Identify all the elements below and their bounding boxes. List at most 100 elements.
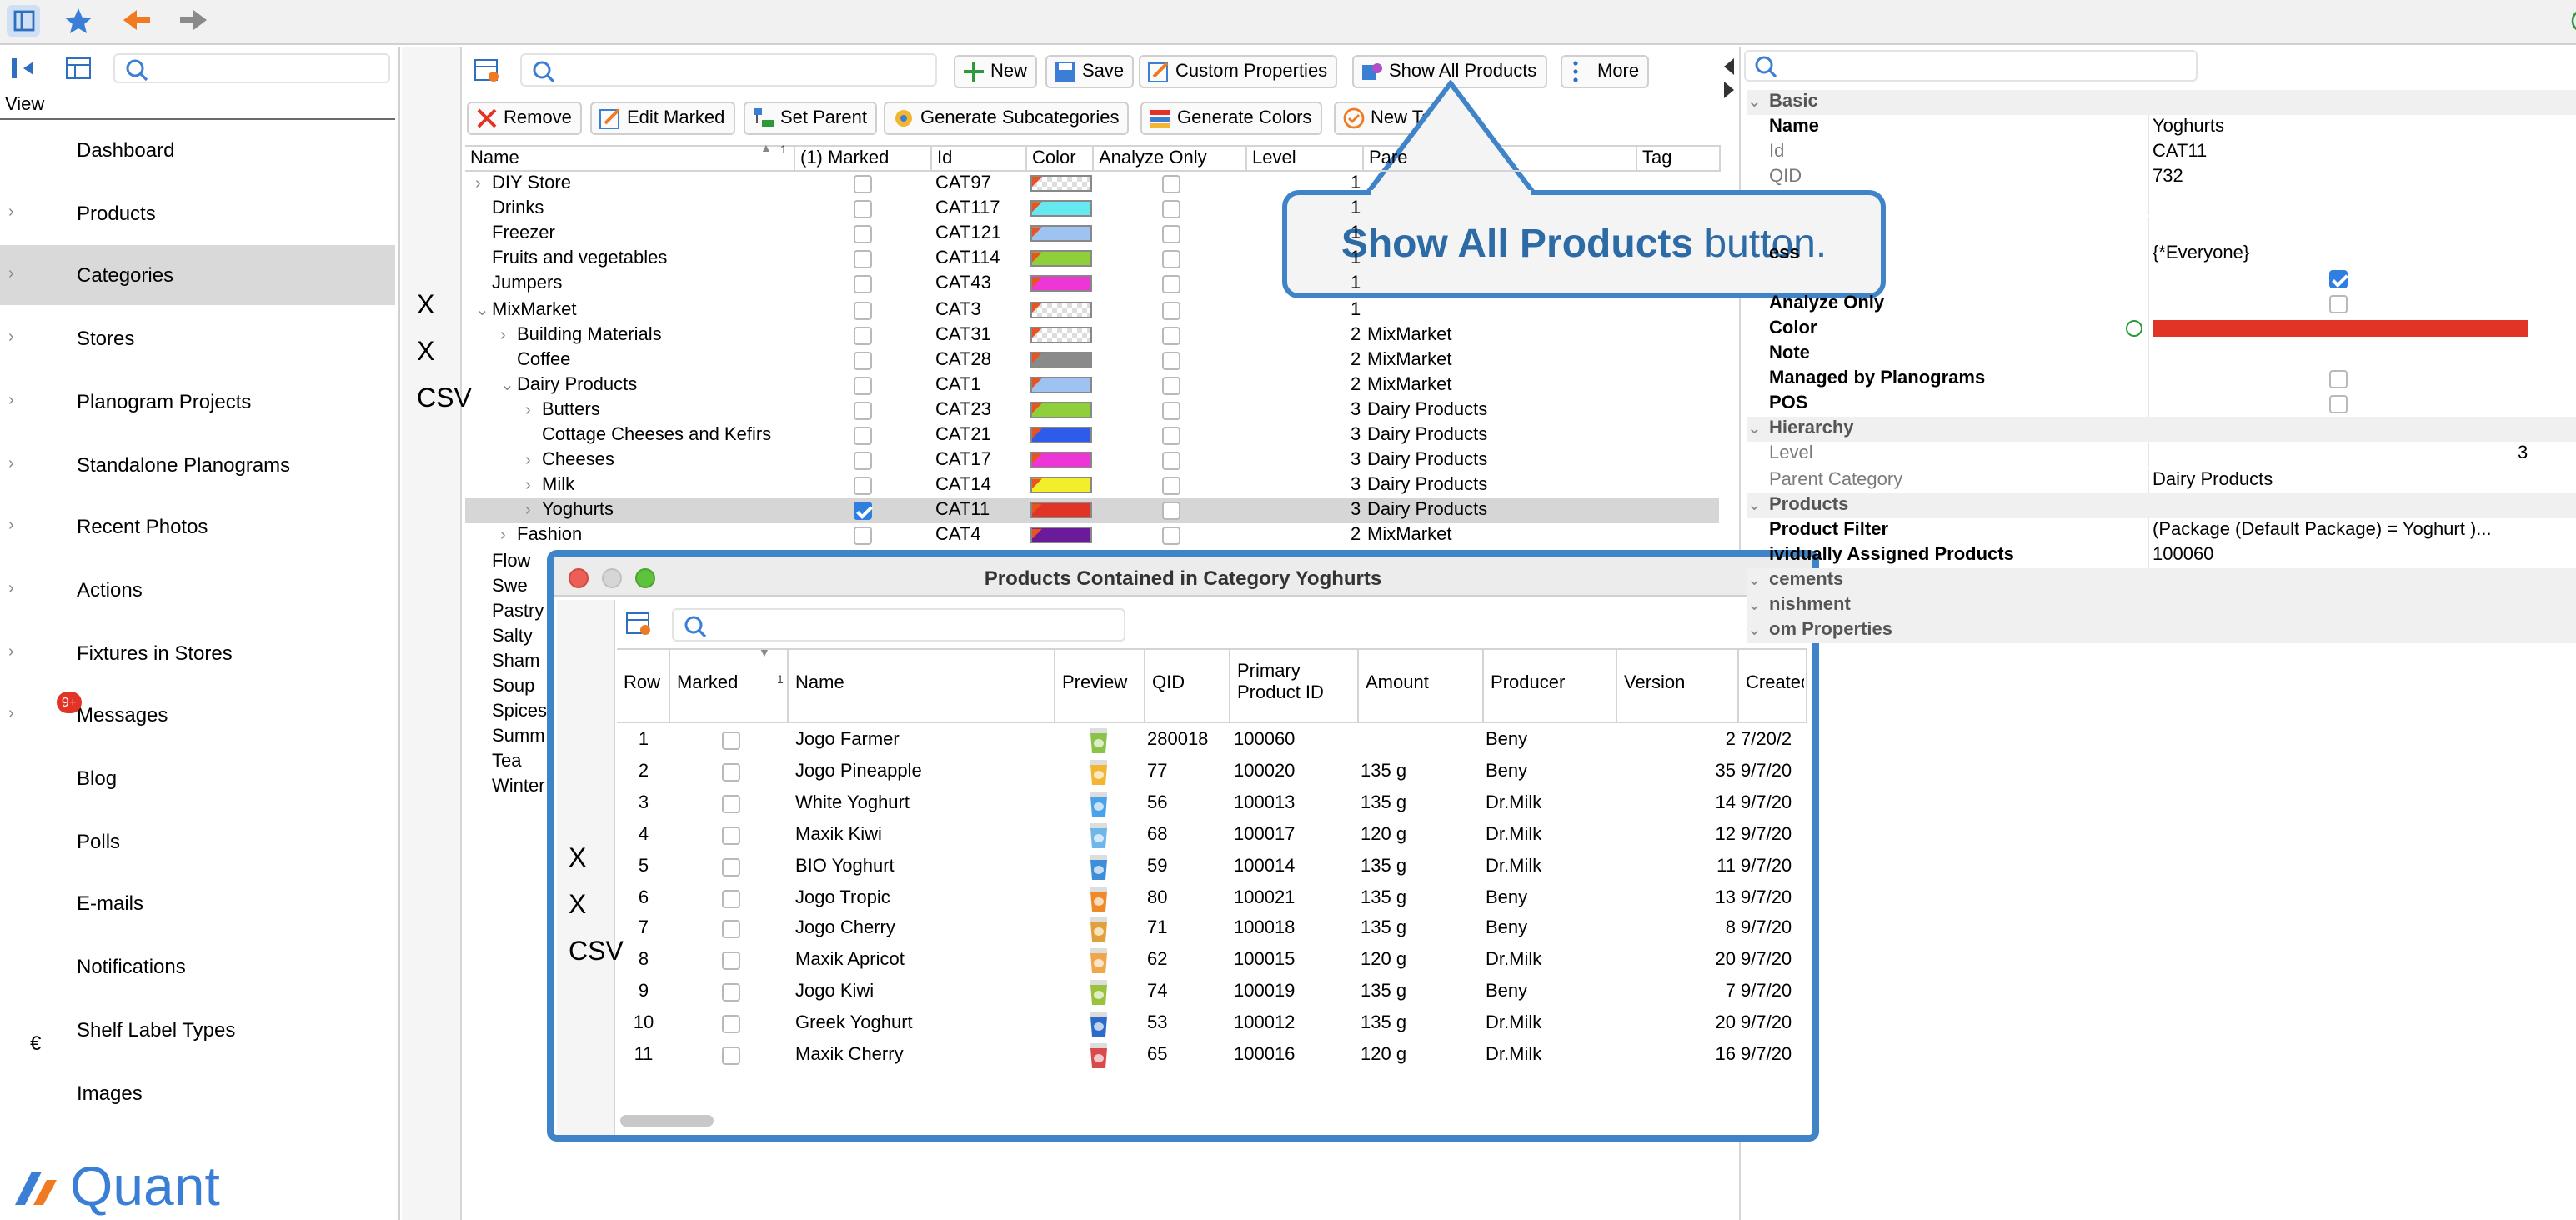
- excel-export-icon[interactable]: X: [417, 292, 447, 322]
- property-row[interactable]: Name Yoghurts: [1747, 115, 2576, 141]
- expand-chevron-icon[interactable]: ›: [8, 560, 14, 620]
- table-row[interactable]: › Building Materials CAT31 2 MixMarket: [465, 322, 1719, 348]
- sidebar-item-fixtures-in-stores[interactable]: › Fixtures in Stores: [0, 622, 395, 682]
- section-chevron-icon[interactable]: ⌄: [1747, 90, 1762, 115]
- product-row[interactable]: 3 White Yoghurt 56 100013 135 g Dr.Milk 14 9/7/…: [617, 788, 1807, 820]
- sidebar-item-stores[interactable]: › Stores: [0, 308, 395, 368]
- expand-chevron-icon[interactable]: ›: [8, 372, 14, 432]
- sidebar-item-messages[interactable]: › Messages 9+: [0, 686, 395, 746]
- marked-checkbox[interactable]: [722, 920, 740, 939]
- analyze-only-checkbox[interactable]: [1162, 200, 1180, 219]
- remove-button[interactable]: Remove: [467, 102, 582, 135]
- marked-checkbox[interactable]: [722, 858, 740, 877]
- table-row[interactable]: ⌄ Dairy Products CAT1 2 MixMarket: [465, 373, 1719, 398]
- column-header-4[interactable]: Analyze Only: [1094, 147, 1247, 170]
- product-row[interactable]: 10 Greek Yoghurt 53 100012 135 g Dr.Milk 20 9/7…: [617, 1008, 1807, 1040]
- table-row[interactable]: Freezer CAT121 1: [465, 222, 1719, 247]
- sidebar-search-input[interactable]: [113, 53, 390, 83]
- expand-chevron-icon[interactable]: ⌄: [500, 373, 514, 398]
- custom-properties-button[interactable]: Custom Properties: [1139, 55, 1338, 88]
- product-row[interactable]: 11 Maxik Cherry 65 100016 120 g Dr.Milk 16 9/7/…: [617, 1040, 1807, 1072]
- modal-column-header-8[interactable]: Version: [1617, 648, 1739, 722]
- product-row[interactable]: 8 Maxik Apricot 62 100015 120 g Dr.Milk 20 9/7/…: [617, 946, 1807, 978]
- favorite-star-icon[interactable]: [63, 7, 93, 35]
- modal-column-header-7[interactable]: Producer: [1484, 648, 1617, 722]
- product-row[interactable]: 1 Jogo Farmer 280018 100060 Beny 2 7/20/2: [617, 725, 1807, 757]
- marked-checkbox[interactable]: [722, 1047, 740, 1065]
- marked-checkbox[interactable]: [854, 250, 872, 269]
- table-row[interactable]: › Butters CAT23 3 Dairy Products: [465, 398, 1719, 423]
- marked-checkbox[interactable]: [722, 952, 740, 971]
- forward-arrow-icon[interactable]: [178, 8, 208, 32]
- table-row[interactable]: Cottage Cheeses and Kefirs CAT21 3 Dairy Pr…: [465, 423, 1719, 448]
- property-row[interactable]: ividually Assigned Products 100060: [1747, 542, 2576, 568]
- analyze-only-checkbox[interactable]: [1162, 527, 1180, 546]
- table-row[interactable]: › Cheeses CAT17 3 Dairy Products: [465, 448, 1719, 473]
- table-row[interactable]: › Yoghurts CAT11 3 Dairy Products: [465, 498, 1719, 524]
- marked-checkbox[interactable]: [854, 275, 872, 294]
- marked-checkbox[interactable]: [854, 427, 872, 445]
- table-row[interactable]: Pastry: [465, 599, 1719, 624]
- list-icon[interactable]: [417, 245, 447, 275]
- properties-search-input[interactable]: [1744, 50, 2198, 82]
- sidebar-item-products[interactable]: › Products: [0, 182, 395, 242]
- modal-column-header-0[interactable]: Row: [617, 648, 670, 722]
- sidebar-item-standalone-planograms[interactable]: › Standalone Planograms: [0, 434, 395, 494]
- analyze-only-checkbox[interactable]: [1162, 401, 1180, 420]
- modal-column-header-5[interactable]: Primary Product ID: [1230, 648, 1359, 722]
- expand-chevron-icon[interactable]: ›: [500, 322, 506, 348]
- expand-chevron-icon[interactable]: ›: [8, 686, 14, 746]
- table-row[interactable]: Drinks CAT117 1: [465, 197, 1719, 222]
- generate-subcategories-button[interactable]: Generate Subcategories: [884, 102, 1130, 135]
- csv-export-icon[interactable]: CSV: [569, 939, 624, 969]
- property-row[interactable]: Managed by Planograms: [1747, 367, 2576, 392]
- collapse-panel-icon[interactable]: [10, 57, 37, 80]
- expand-chevron-icon[interactable]: ›: [475, 172, 481, 197]
- marked-checkbox[interactable]: [722, 826, 740, 845]
- marked-checkbox[interactable]: [854, 200, 872, 219]
- select-all-icon[interactable]: [417, 57, 447, 87]
- property-row[interactable]: Note: [1747, 342, 2576, 367]
- section-chevron-icon[interactable]: ⌄: [1747, 618, 1762, 643]
- sidebar-item-images[interactable]: Images: [0, 1062, 395, 1122]
- expand-chevron-icon[interactable]: ›: [525, 448, 531, 473]
- chart-icon[interactable]: [417, 480, 447, 510]
- property-checkbox[interactable]: [2329, 269, 2348, 288]
- sidebar-item-blog[interactable]: Blog: [0, 748, 395, 808]
- table-export-icon[interactable]: [569, 986, 599, 1016]
- expand-chevron-icon[interactable]: ›: [8, 434, 14, 494]
- modal-column-header-2[interactable]: Name: [789, 648, 1055, 722]
- marked-checkbox[interactable]: [854, 351, 872, 370]
- expand-chevron-icon[interactable]: ›: [500, 524, 506, 549]
- analyze-only-checkbox[interactable]: [1162, 351, 1180, 370]
- section-chevron-icon[interactable]: ⌄: [1747, 568, 1762, 593]
- marked-checkbox[interactable]: [854, 376, 872, 395]
- property-row[interactable]: Level 3: [1747, 442, 2576, 468]
- marked-checkbox[interactable]: [854, 477, 872, 496]
- marked-checkbox[interactable]: [722, 762, 740, 782]
- sidebar-item-shelf-label-types[interactable]: € Shelf Label Types: [0, 1000, 395, 1060]
- table-row[interactable]: › DIY Store CAT97 1: [465, 172, 1719, 197]
- analyze-only-checkbox[interactable]: [1162, 250, 1180, 269]
- modal-column-header-3[interactable]: Preview: [1055, 648, 1145, 722]
- sort-desc-icon[interactable]: ▼: [759, 648, 770, 660]
- modal-column-header-6[interactable]: Amount: [1359, 648, 1484, 722]
- table-settings-icon[interactable]: [65, 57, 92, 80]
- expand-chevron-icon[interactable]: ›: [8, 308, 14, 368]
- marked-checkbox[interactable]: [854, 401, 872, 420]
- property-checkbox[interactable]: [2329, 294, 2348, 313]
- table-row[interactable]: › Fashion CAT4 2 MixMarket: [465, 524, 1719, 549]
- marked-checkbox[interactable]: [854, 225, 872, 244]
- table-row[interactable]: Salty: [465, 625, 1719, 650]
- list-icon[interactable]: [569, 798, 599, 828]
- table-row[interactable]: ⌄ MixMarket CAT3 1: [465, 298, 1719, 322]
- excel-import-icon[interactable]: X: [569, 892, 599, 922]
- property-row[interactable]: [1747, 216, 2576, 241]
- set-parent-button[interactable]: Set Parent: [744, 102, 877, 135]
- column-header-7[interactable]: Tag: [1637, 147, 1721, 170]
- analyze-only-checkbox[interactable]: [1162, 326, 1180, 345]
- analyze-only-checkbox[interactable]: [1162, 502, 1180, 521]
- table-row[interactable]: Coffee CAT28 2 MixMarket: [465, 348, 1719, 372]
- property-row[interactable]: [1747, 266, 2576, 292]
- marked-checkbox[interactable]: [854, 502, 872, 521]
